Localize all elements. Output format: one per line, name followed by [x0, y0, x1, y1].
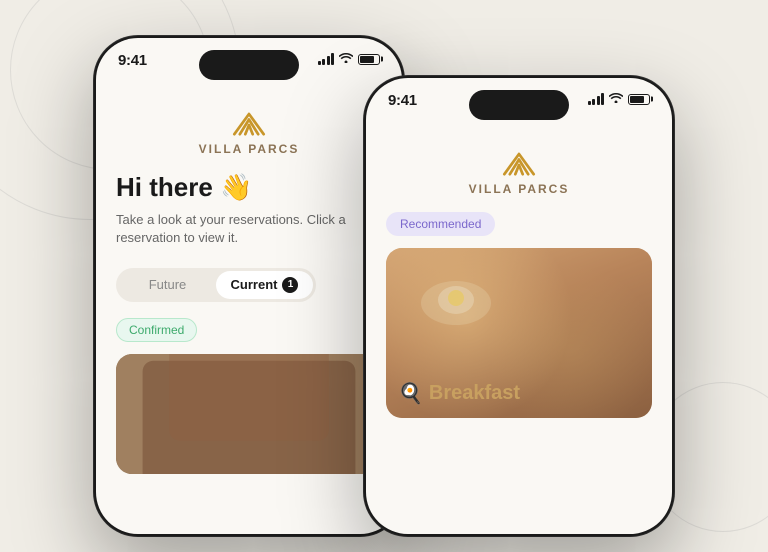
villa-logo-icon-right	[497, 148, 541, 182]
status-icons-right	[588, 92, 651, 106]
logo-left: VILLA PARCS	[116, 108, 382, 156]
screen-content-left: VILLA PARCS Hi there 👋 Take a look at yo…	[96, 92, 402, 534]
logo-text-left: VILLA PARCS	[199, 142, 300, 156]
logo-text-right: VILLA PARCS	[469, 182, 570, 196]
phone-left-screen: 9:41	[96, 38, 402, 534]
screen-content-right: VILLA PARCS Recommended	[366, 132, 672, 534]
greeting-subtitle: Take a look at your reservations. Click …	[116, 211, 382, 247]
battery-icon-right	[628, 94, 650, 105]
logo-right: VILLA PARCS	[386, 148, 652, 196]
food-card[interactable]: 🍳 Breakfast	[386, 248, 652, 418]
phone-right: 9:41	[364, 76, 674, 536]
tab-current[interactable]: Current 1	[216, 271, 313, 299]
tabs-row: Future Current 1	[116, 268, 316, 302]
wifi-icon	[339, 52, 353, 66]
tab-future[interactable]: Future	[119, 271, 216, 298]
signal-icon-right	[588, 93, 605, 105]
phone-right-screen: 9:41	[366, 78, 672, 534]
phones-container: 9:41	[34, 16, 734, 536]
dynamic-island-left	[199, 50, 299, 80]
breakfast-emoji: 🍳	[398, 381, 423, 406]
breakfast-text: Breakfast	[429, 382, 520, 405]
status-confirmed-badge: Confirmed	[116, 318, 197, 342]
reservation-card[interactable]	[116, 354, 382, 474]
villa-logo-icon-left	[227, 108, 271, 142]
status-icons-left	[318, 52, 381, 66]
reservation-image	[116, 354, 382, 474]
time-left: 9:41	[118, 52, 147, 69]
tab-badge: 1	[282, 277, 298, 293]
phone-left: 9:41	[94, 36, 404, 536]
wifi-icon-right	[609, 92, 623, 106]
signal-icon	[318, 53, 335, 65]
dynamic-island-right	[469, 90, 569, 120]
greeting-title: Hi there 👋	[116, 172, 382, 203]
food-visual	[416, 268, 496, 328]
battery-icon	[358, 54, 380, 65]
time-right: 9:41	[388, 92, 417, 109]
recommended-badge: Recommended	[386, 212, 495, 236]
breakfast-label: 🍳 Breakfast	[398, 381, 520, 406]
